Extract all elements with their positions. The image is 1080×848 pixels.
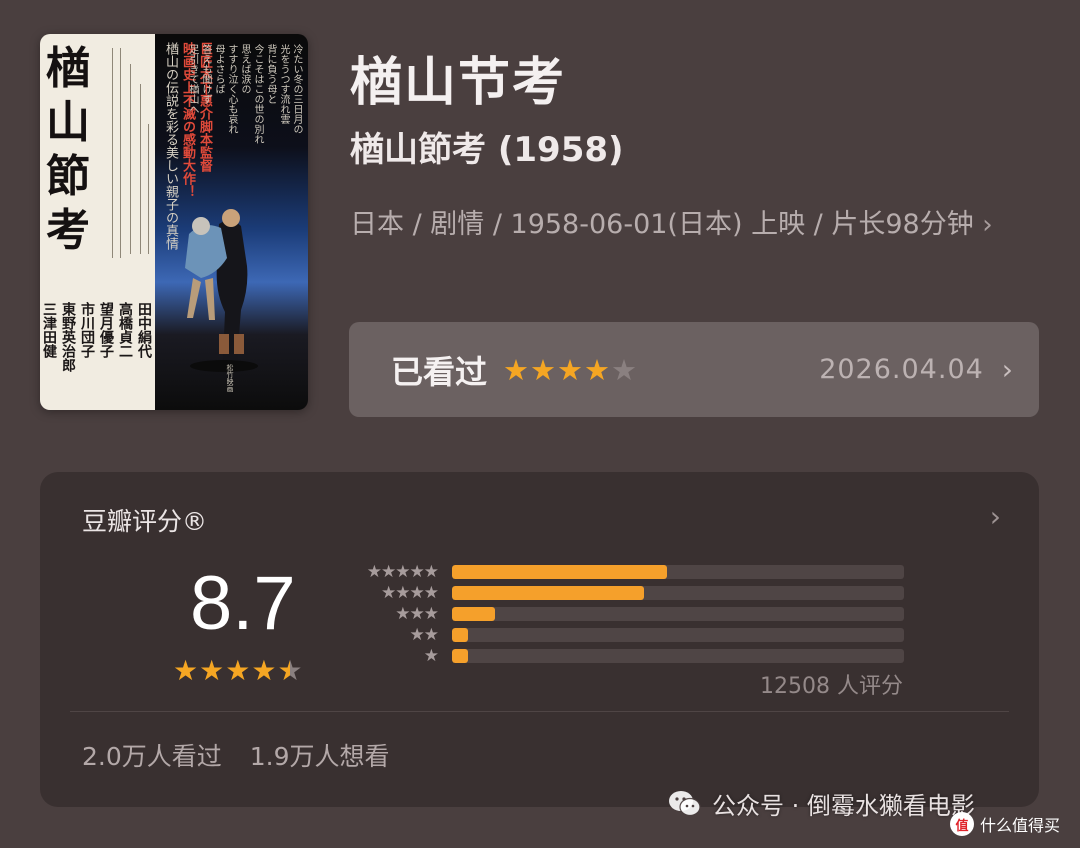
chevron-right-icon: › xyxy=(982,210,993,240)
site-logo: 值 什么值得买 xyxy=(949,812,1060,836)
poster-poem-line: 母よさらば xyxy=(213,44,224,94)
star-level-icons: ★★ xyxy=(409,625,439,645)
star-icon: ★ xyxy=(584,352,611,387)
rating-bar-track xyxy=(452,565,904,579)
watched-date: 2026.04.04 xyxy=(819,354,984,385)
chevron-right-icon[interactable]: › xyxy=(990,500,1001,533)
chevron-right-icon: › xyxy=(1001,353,1013,386)
poster-poem-line: 背に負う母と xyxy=(265,44,276,104)
poster-poem-line: 冷たい冬の三日月の xyxy=(291,44,302,134)
movie-title: 楢山节考 xyxy=(350,53,567,113)
watched-label: 已看过 xyxy=(391,352,488,391)
audience-stats: 2.0万人看过 1.9万人想看 xyxy=(82,737,390,773)
movie-poster[interactable]: 楢山節考 田中絹代高橋貞二望月優子市川団子東野英治郎三津田健宮口精二伊藤雄之助 … xyxy=(40,34,308,410)
rating-bar-track xyxy=(452,628,904,642)
rating-bar-track xyxy=(452,607,904,621)
movie-meta-info[interactable]: 日本 / 剧情 / 1958-06-01(日本) 上映 / 片长98分钟 › xyxy=(350,200,1010,250)
poster-studio: 松竹映画 xyxy=(226,364,234,392)
watermark: 公众号 · 倒霉水獭看电影 xyxy=(668,786,975,821)
poster-poem: 冷たい冬の三日月の 光をうつす流れ雲 背に負う母と 今こそはこの世の別れ 思えば涙の すす… xyxy=(186,44,302,194)
poster-poem-line: 光をうつす流れ雲 xyxy=(278,44,289,124)
poster-poem-line: すすり泣く心も哀れ xyxy=(226,44,237,134)
poster-left-panel: 楢山節考 田中絹代高橋貞二望月優子市川団子東野英治郎三津田健宮口精二伊藤雄之助 xyxy=(40,34,155,410)
rating-distribution-row: ★ xyxy=(340,646,904,666)
wechat-icon xyxy=(669,790,701,816)
rating-title: 豆瓣评分® xyxy=(82,507,208,536)
rating-bar-fill xyxy=(452,565,667,579)
watermark-text: 公众号 · 倒霉水獭看电影 xyxy=(712,792,975,820)
star-icon: ★ xyxy=(173,654,199,687)
rating-bar-fill xyxy=(452,649,468,663)
meta-text: 日本 / 剧情 / 1958-06-01(日本) 上映 / 片长98分钟 xyxy=(350,209,974,240)
poster-title: 楢山節考 xyxy=(46,43,90,256)
poster-credit-name: 高橋貞二 xyxy=(117,302,133,358)
site-logo-text: 什么值得买 xyxy=(979,816,1060,835)
star-icon: ★ xyxy=(503,352,530,387)
divider xyxy=(70,711,1009,712)
star-level-icons: ★★★★ xyxy=(381,583,439,603)
poster-poem-line: 今こそはこの世の別れ xyxy=(252,44,263,144)
seen-count: 2.0万人看过 xyxy=(82,742,222,771)
poster-poem-line: 足引きて楢山へ xyxy=(187,44,198,114)
rating-distribution-row: ★★★★★ xyxy=(340,562,904,582)
rating-distribution-row: ★★★★ xyxy=(340,583,904,603)
star-icon: ★ xyxy=(199,654,225,687)
user-rating-stars: ★ ★ ★ ★ ★ xyxy=(503,353,637,387)
star-level-icons: ★★★★★ xyxy=(366,562,439,582)
poster-tagline-line: 楢山の伝説を彩る美しい親子の真情 xyxy=(163,42,178,250)
poster-credit-name: 東野英治郎 xyxy=(60,302,76,372)
poster-credit-name: 三津田健 xyxy=(41,302,57,358)
star-icon: ★ xyxy=(530,352,557,387)
movie-original-title: 楢山節考 (1958) xyxy=(350,130,624,170)
star-icon: ★ xyxy=(611,352,638,387)
poster-credit-name: 田中絹代 xyxy=(136,302,152,358)
rating-distribution-row: ★★ xyxy=(340,625,904,645)
douban-rating-card[interactable]: 豆瓣评分® › 8.7 ★ ★ ★ ★ ★ ★★★★★ ★★★★ ★★★ ★★ ★ 12508 … xyxy=(40,472,1039,807)
rating-bar-track xyxy=(452,586,904,600)
rating-count: 12508 人评分 xyxy=(760,674,903,699)
poster-credits: 田中絹代高橋貞二望月優子市川団子東野英治郎三津田健宮口精二伊藤雄之助 xyxy=(41,302,152,402)
rating-score-stars: ★ ★ ★ ★ ★ xyxy=(173,654,303,687)
poster-credit-name: 市川団子 xyxy=(79,302,95,358)
watched-status-bar[interactable]: 已看过 ★ ★ ★ ★ ★ 2026.04.04 › xyxy=(349,322,1039,417)
poster-poem-line: 答えも聞けず xyxy=(200,44,211,104)
poster-figures-illustration xyxy=(185,209,258,372)
star-icon: ★ xyxy=(225,654,251,687)
star-icon: ★ xyxy=(557,352,584,387)
smzdm-logo-icon: 值 xyxy=(949,812,974,836)
rating-score: 8.7 xyxy=(190,561,296,646)
star-icon: ★ xyxy=(251,654,277,687)
rating-bar-fill xyxy=(452,628,468,642)
poster-credit-name: 望月優子 xyxy=(98,302,114,358)
poster-right-panel: 巨匠木下惠介脚本監督 映画史上不滅の感動大作！ 楢山の伝説を彩る美しい親子の真情 冷… xyxy=(155,34,308,410)
rating-distribution-row: ★★★ xyxy=(340,604,904,624)
poster-poem-line: 思えば涙の xyxy=(239,44,250,94)
want-count: 1.9万人想看 xyxy=(249,742,390,771)
rating-bar-track xyxy=(452,649,904,663)
star-level-icons: ★ xyxy=(423,646,439,666)
star-level-icons: ★★★ xyxy=(395,604,439,624)
star-icon: ★ xyxy=(277,654,303,687)
rating-bar-fill xyxy=(452,586,645,600)
rating-bar-fill xyxy=(452,607,495,621)
